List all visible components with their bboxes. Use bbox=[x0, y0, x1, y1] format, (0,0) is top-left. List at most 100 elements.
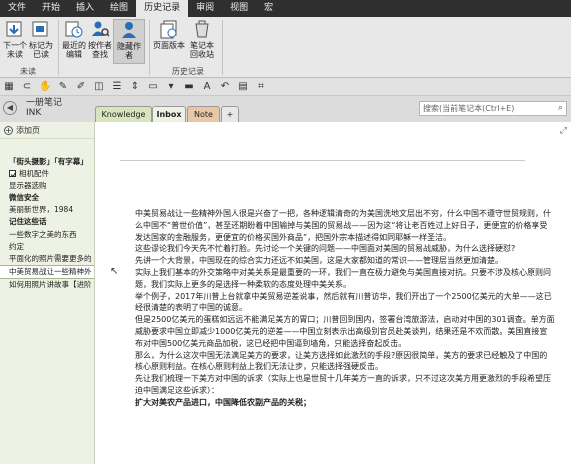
body-paragraph[interactable]: 那么，为什么这次中国无法满足美方的要求，让美方选择如此激烈的手段?原因很简单，美… bbox=[135, 350, 555, 374]
checkbox-icon[interactable] bbox=[9, 170, 17, 178]
mark-read-label: 标记为 已读 bbox=[29, 41, 53, 59]
page-icon[interactable]: ▤ bbox=[237, 81, 249, 93]
mouse-cursor-icon: ↖ bbox=[110, 266, 119, 277]
page-list-item[interactable]: 中美贸易战让一些精神外 bbox=[0, 264, 94, 279]
page-body[interactable]: 中美贸易战让一些精神外国人很是兴奋了一把，各种逻辑清奇的为美国洗地文层出不穷，什… bbox=[135, 208, 555, 409]
group-label-history: 历史记录 bbox=[172, 67, 204, 76]
page-list-item-label: 平面化的照片需要更多的 bbox=[9, 253, 92, 263]
undo-icon[interactable]: ↶ bbox=[219, 81, 231, 93]
ribbon-separator bbox=[222, 20, 223, 75]
quick-access-toolbar: ▦ ⊂ ✋ ✎ ✐ ◫ ☰ ⇕ ▭ ▾ ▬ A ↶ ▤ ⌗ bbox=[0, 78, 571, 96]
recycle-bin-icon bbox=[192, 19, 212, 39]
pen-icon[interactable]: ✎ bbox=[57, 81, 69, 93]
find-by-author-button[interactable]: 按作者 查找 bbox=[88, 19, 112, 59]
page-list-item[interactable]: 「街头摄影」「有字幕」 bbox=[0, 156, 94, 168]
tag-icon[interactable]: ⌗ bbox=[255, 81, 267, 93]
add-page-label: 添加页 bbox=[16, 126, 40, 135]
body-paragraph[interactable]: 先讲一个大背景，中国现在的综合实力还远不如美国，这是大家都知道的常识——管理层当… bbox=[135, 255, 555, 267]
ribbon-tab[interactable]: 绘图 bbox=[102, 0, 136, 17]
notebook-recycle-label: 笔记本 回收站 bbox=[190, 41, 214, 59]
add-page-button[interactable]: + 添加页 bbox=[0, 122, 94, 139]
page-list-item[interactable]: 约定 bbox=[0, 241, 94, 253]
page-versions-label: 页面版本 bbox=[153, 41, 185, 50]
insert-space-icon[interactable]: ⇕ bbox=[129, 81, 141, 93]
page-list-item[interactable]: 记住这些话 bbox=[0, 216, 94, 228]
recent-edits-button[interactable]: 最近的 编辑 bbox=[62, 19, 86, 59]
notebook-name: 一册笔记 bbox=[26, 98, 63, 108]
section-tab-note[interactable]: Note bbox=[187, 106, 220, 122]
body-paragraph[interactable]: 扩大对美农产品进口，中国降低农副产品的关税； bbox=[135, 397, 555, 409]
section-tab-inbox[interactable]: Inbox bbox=[152, 106, 186, 123]
page-list-item-label: 记住这些话 bbox=[9, 217, 47, 227]
hide-authors-button[interactable]: 隐藏作者 bbox=[113, 19, 145, 64]
page-list-item-label: 相机配件 bbox=[19, 169, 49, 179]
body-paragraph[interactable]: 举个例子，2017年川普上台就拿中美贸易逆差说事，然后就有川普访华，我们开出了一… bbox=[135, 291, 555, 315]
page-list-item[interactable]: 美丽新世界，1984 bbox=[0, 204, 94, 216]
back-arrow-icon[interactable]: ◀ bbox=[3, 101, 17, 115]
ribbon-tab[interactable]: 历史记录 bbox=[136, 0, 189, 17]
body-paragraph[interactable]: 这些谬论我们今天先不忙着打脸。先讨论一个关键的问题——中国面对美国的贸易战威胁，… bbox=[135, 243, 555, 255]
page-list-item-label: 微信安全 bbox=[9, 193, 39, 203]
table-icon[interactable]: ▦ bbox=[3, 81, 15, 93]
page-list-item[interactable]: 相机配件 bbox=[0, 168, 94, 180]
notebook-recycle-button[interactable]: 笔记本 回收站 bbox=[188, 19, 216, 59]
page-list-item[interactable]: 微信安全 bbox=[0, 192, 94, 204]
ribbon-separator bbox=[149, 20, 150, 75]
notebook-subname: INK bbox=[26, 108, 42, 118]
page-list-item[interactable]: 一些数字之美的东西 bbox=[0, 229, 94, 241]
ribbon-tab[interactable]: 文件 bbox=[0, 0, 34, 17]
next-unread-label: 下一个 未读 bbox=[3, 41, 27, 59]
notebook-bar: ◀ 一册笔记 INK Knowledge Inbox Note + 搜索(当前笔… bbox=[0, 96, 571, 123]
body-paragraph[interactable]: 先让我们梳理一下美方对中国的诉求（实际上也是世贸十几年美方一直的诉求，只不过这次… bbox=[135, 373, 555, 397]
ribbon-tab[interactable]: 插入 bbox=[68, 0, 102, 17]
hand-pan-icon[interactable]: ✋ bbox=[39, 81, 51, 93]
recent-edits-label: 最近的 编辑 bbox=[62, 41, 86, 59]
page-versions-button[interactable]: 页面版本 bbox=[153, 19, 185, 50]
notebook-selector[interactable]: 一册笔记 INK bbox=[26, 98, 62, 118]
page-versions-icon bbox=[159, 19, 179, 39]
ribbon-tab-bar: 文件 开始 插入 绘图 历史记录 审阅 视图宏 bbox=[0, 0, 571, 17]
marker-icon[interactable]: ✐ bbox=[75, 81, 87, 93]
dropdown-icon[interactable]: ▾ bbox=[165, 81, 177, 93]
page-list-item[interactable]: 平面化的照片需要更多的 bbox=[0, 253, 94, 265]
group-label-unread: 未读 bbox=[20, 67, 36, 76]
page-title-field[interactable] bbox=[120, 160, 525, 161]
ribbon-tab[interactable]: 视图 bbox=[222, 0, 256, 17]
search-input[interactable]: 搜索(当前笔记本(Ctrl+E) ⌕ bbox=[419, 101, 567, 116]
list-icon[interactable]: ☰ bbox=[111, 81, 123, 93]
section-tab-knowledge[interactable]: Knowledge bbox=[95, 106, 152, 122]
lasso-select-icon[interactable]: ⊂ bbox=[21, 81, 33, 93]
body-paragraph[interactable]: 中美贸易战让一些精神外国人很是兴奋了一把，各种逻辑清奇的为美国洗地文层出不穷，什… bbox=[135, 208, 555, 243]
expand-icon[interactable]: ⤢ bbox=[560, 126, 567, 136]
hide-authors-label: 隐藏作者 bbox=[117, 42, 141, 60]
page-list-item[interactable]: 显示器选购 bbox=[0, 180, 94, 192]
search-placeholder: 搜索(当前笔记本(Ctrl+E) bbox=[423, 104, 515, 113]
hide-authors-icon bbox=[119, 20, 139, 40]
highlighter-icon[interactable]: ▬ bbox=[183, 81, 195, 93]
body-paragraph[interactable]: 实际上我们基本的外交策略中对美关系是最重要的一环，我们一直在极力避免与美国直接对… bbox=[135, 267, 555, 291]
page-list-item-label: 一些数字之美的东西 bbox=[9, 229, 77, 239]
page-canvas[interactable]: ⤢ 中美贸易战让一些精神外国人很是兴奋了一把，各种逻辑清奇的为美国洗地文层出不穷… bbox=[95, 122, 571, 464]
ribbon-tab[interactable]: 宏 bbox=[256, 0, 281, 17]
add-section-button[interactable]: + bbox=[221, 106, 239, 122]
page-list-item-label: 显示器选购 bbox=[9, 181, 47, 191]
shape-icon[interactable]: ▭ bbox=[147, 81, 159, 93]
search-icon[interactable]: ⌕ bbox=[558, 102, 563, 115]
body-paragraph[interactable]: 但是2500亿美元的蛋糕如远远不能满足美方的胃口；川普回到国内，签署台湾旅游法，… bbox=[135, 314, 555, 349]
page-list-item[interactable]: 如何用照片讲故事【进阶 bbox=[0, 279, 94, 291]
find-by-author-icon bbox=[90, 19, 110, 39]
page-list-item-label: 如何用照片讲故事【进阶 bbox=[9, 279, 92, 289]
mark-read-icon bbox=[31, 19, 51, 39]
ribbon-tab[interactable]: 开始 bbox=[34, 0, 68, 17]
next-unread-button[interactable]: 下一个 未读 bbox=[3, 19, 27, 59]
page-list-item-label: 约定 bbox=[9, 241, 24, 251]
page-list-item-label: 美丽新世界，1984 bbox=[9, 205, 74, 215]
eraser-icon[interactable]: ◫ bbox=[93, 81, 105, 93]
ribbon-tab[interactable]: 审阅 bbox=[188, 0, 222, 17]
text-color-icon[interactable]: A bbox=[201, 81, 213, 93]
mark-read-button[interactable]: 标记为 已读 bbox=[29, 19, 53, 59]
page-list: + 添加页 「街头摄影」「有字幕」 相机配件显示器选购微信安全美丽新世界，1984 记… bbox=[0, 122, 95, 464]
add-icon: + bbox=[4, 126, 13, 135]
find-by-author-label: 按作者 查找 bbox=[88, 41, 112, 59]
